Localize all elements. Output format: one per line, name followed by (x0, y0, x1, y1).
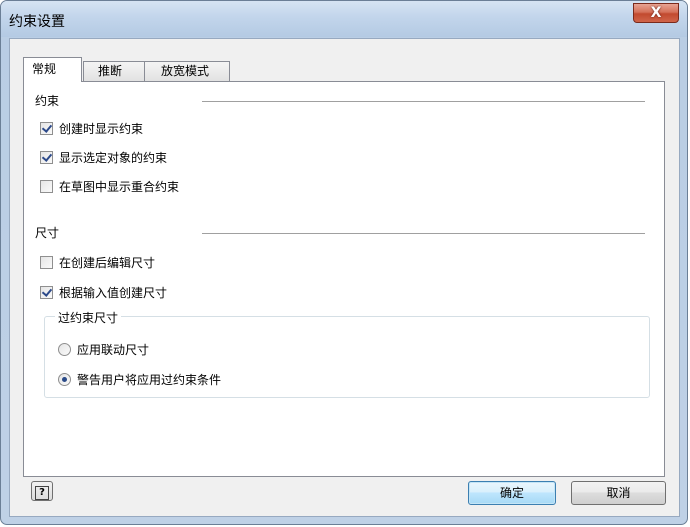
tab-relax-mode-label: 放宽模式 (161, 64, 210, 78)
title-bar[interactable]: 约束设置 X (1, 1, 687, 37)
constraints-heading: 约束 (35, 94, 60, 108)
over-constrained-group: 过约束尺寸 应用联动尺寸 警告用户将应用过约束条件 (44, 309, 650, 398)
radio-apply-driven[interactable]: 应用联动尺寸 (58, 341, 149, 357)
ok-button-label: 确定 (499, 486, 524, 500)
checkbox-show-selected[interactable]: 显示选定对象的约束 (40, 149, 167, 165)
ok-button[interactable]: 确定 (468, 481, 556, 505)
checkbox-edit-after-create[interactable]: 在创建后编辑尺寸 (40, 254, 155, 270)
checkbox-show-selected-box[interactable] (40, 150, 53, 164)
checkbox-show-on-create-label: 创建时显示约束 (59, 121, 144, 136)
general-tab-panel: 约束 创建时显示约束 显示选定对象的约束 在草图中显示重合约束 尺寸 在创建后编… (23, 81, 665, 477)
tab-general[interactable]: 常规 (23, 57, 82, 82)
tab-inference[interactable]: 推断 (83, 61, 145, 81)
checkbox-create-from-input-label: 根据输入值创建尺寸 (59, 285, 168, 300)
checkbox-edit-after-create-box[interactable] (40, 255, 53, 269)
radio-warn-user[interactable]: 警告用户将应用过约束条件 (58, 371, 221, 387)
radio-apply-driven-button[interactable] (58, 342, 71, 356)
close-icon: X (650, 5, 662, 21)
over-constrained-group-label: 过约束尺寸 (55, 309, 122, 326)
checkbox-edit-after-create-label: 在创建后编辑尺寸 (59, 255, 156, 270)
checkbox-create-from-input-box[interactable] (40, 285, 53, 299)
checkbox-show-coincident[interactable]: 在草图中显示重合约束 (40, 178, 179, 194)
checkbox-show-coincident-label: 在草图中显示重合约束 (59, 179, 180, 194)
checkbox-show-on-create-box[interactable] (40, 121, 53, 135)
checkbox-create-from-input[interactable]: 根据输入值创建尺寸 (40, 284, 167, 300)
radio-warn-user-label: 警告用户将应用过约束条件 (77, 372, 222, 387)
dimensions-divider (202, 233, 645, 234)
help-button[interactable]: ? (31, 481, 53, 501)
tab-relax-mode[interactable]: 放宽模式 (144, 61, 230, 81)
radio-apply-driven-label: 应用联动尺寸 (77, 342, 150, 357)
checkbox-show-on-create[interactable]: 创建时显示约束 (40, 120, 143, 136)
dialog-window: 约束设置 X 常规 推断 放宽模式 约束 创建时显示约束 显示选定对象的约束 在… (0, 0, 688, 525)
checkbox-show-coincident-box[interactable] (40, 179, 53, 193)
cancel-button-label: 取消 (606, 486, 631, 500)
dialog-title: 约束设置 (9, 14, 65, 30)
dialog-client-area: 常规 推断 放宽模式 约束 创建时显示约束 显示选定对象的约束 在草图中显示重合… (9, 38, 680, 517)
close-button[interactable]: X (633, 3, 679, 23)
tab-inference-label: 推断 (98, 64, 123, 78)
tab-general-label: 常规 (32, 62, 57, 76)
constraints-divider (202, 101, 645, 102)
help-icon: ? (35, 486, 49, 500)
dimensions-heading: 尺寸 (35, 226, 60, 240)
checkbox-show-selected-label: 显示选定对象的约束 (59, 150, 168, 165)
radio-warn-user-button[interactable] (58, 372, 71, 386)
cancel-button[interactable]: 取消 (571, 481, 666, 505)
